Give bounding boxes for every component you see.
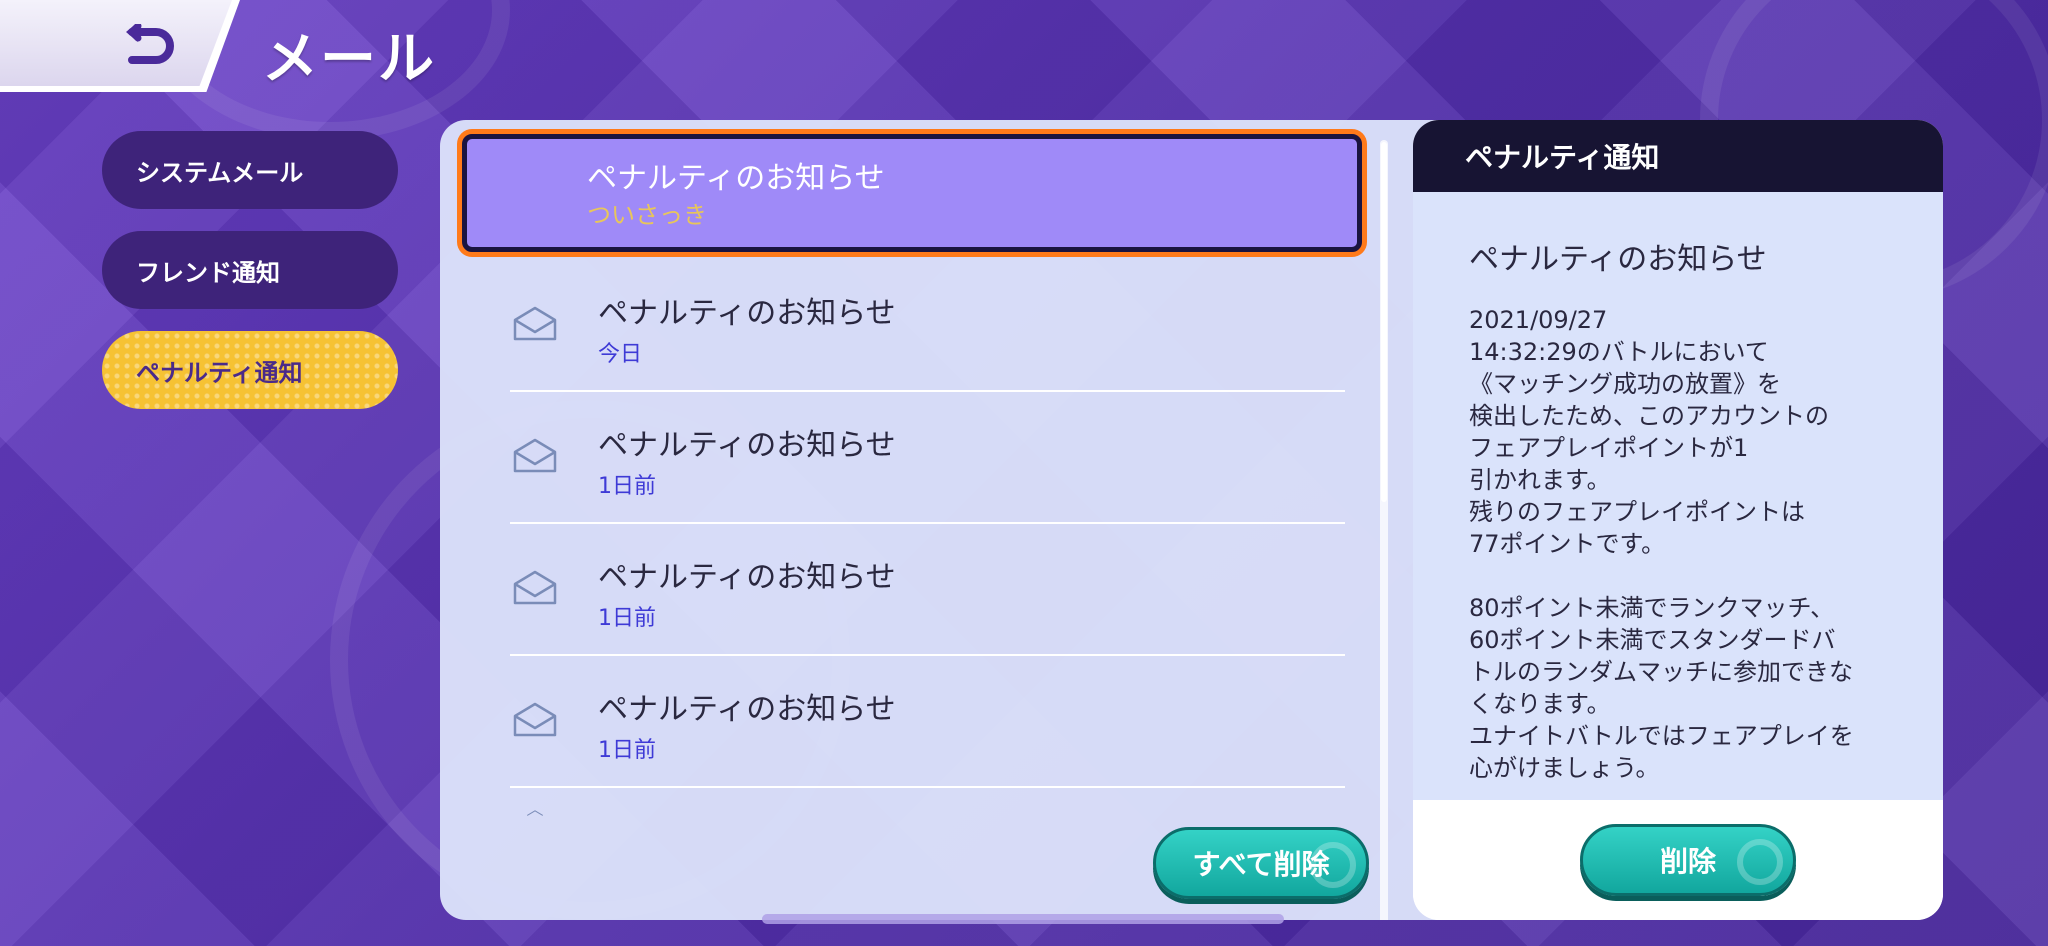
detail-header-title: ペナルティ通知 [1465,141,1660,174]
pokeball-icon [1737,839,1783,885]
envelope-icon [513,306,557,341]
mail-time: 1日前 [598,738,656,763]
delete-all-button[interactable]: すべて削除 [1153,827,1369,899]
sidebar-item-label: ペナルティ通知 [136,358,303,387]
mail-list-item[interactable]: ペナルティのお知らせ 1日前 [510,524,1345,656]
sidebar-item-system-mail[interactable]: システムメール [102,131,398,209]
sidebar-item-label: システムメール [136,158,304,187]
sidebar-item-friend-notice[interactable]: フレンド通知 [102,231,398,309]
envelope-icon [513,438,557,473]
sidebar-item-penalty-notice[interactable]: ペナルティ通知 [102,331,398,409]
mail-time: 今日 [598,342,643,367]
envelope-icon [526,810,544,816]
mail-title: ペナルティのお知らせ [598,692,896,727]
mail-title: ペナルティのお知らせ [598,560,896,595]
mail-title: ペナルティのお知らせ [598,296,896,331]
page-title: メール [262,27,436,92]
mail-list-item[interactable]: ペナルティのお知らせ 今日 [510,260,1345,392]
delete-label: 削除 [1659,845,1716,878]
back-button[interactable] [0,0,240,92]
mail-list-item[interactable]: ペナルティのお知らせ 1日前 [510,656,1345,788]
envelope-icon [513,702,557,737]
delete-button[interactable]: 削除 [1580,824,1796,896]
home-indicator[interactable] [762,914,1284,924]
mail-time: 1日前 [598,474,656,499]
mail-list-panel: ペナルティのお知らせ ついさっき ペナルティのお知らせ 今日 ペナルティのお知ら… [440,120,1445,920]
mail-time: ついさっき [587,201,707,229]
mail-title: ペナルティのお知らせ [587,161,885,196]
mail-time: 1日前 [598,606,656,631]
detail-header: ペナルティ通知 [1413,120,1943,192]
detail-message: 2021/09/27 14:32:29のバトルにおいて 《マッチング成功の放置》… [1469,306,1854,782]
mail-title: ペナルティのお知らせ [598,428,896,463]
mail-list-item[interactable]: ペナルティのお知らせ ついさっき [462,134,1362,252]
mail-list-item[interactable]: ペナルティのお知らせ 1日前 [510,392,1345,524]
back-arrow-icon [126,24,174,64]
detail-subject: ペナルティのお知らせ [1469,242,1767,277]
envelope-icon [513,570,557,605]
mail-detail-panel: ペナルティ通知 ペナルティのお知らせ 2021/09/27 14:32:29のバ… [1413,120,1943,920]
detail-body[interactable]: ペナルティのお知らせ 2021/09/27 14:32:29のバトルにおいて 《… [1413,192,1943,800]
delete-all-label: すべて削除 [1192,848,1330,881]
sidebar-item-label: フレンド通知 [136,258,280,287]
pokeball-icon [1310,842,1356,888]
scrollbar-thumb[interactable] [1381,142,1387,502]
